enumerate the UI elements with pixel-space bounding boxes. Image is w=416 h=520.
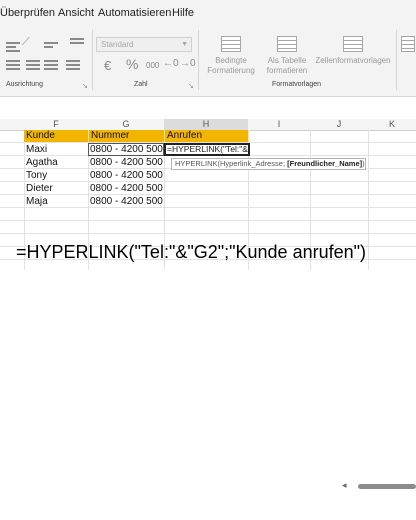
group-label-styles: Formatvorlagen [272,81,322,88]
horizontal-scrollbar[interactable]: ◂ [0,480,416,492]
ribbon-separator [198,30,199,90]
number-format-value: Standard [101,40,134,49]
cell-kunde[interactable]: Maja [26,196,48,208]
grid-line [0,181,416,182]
active-cell-editor[interactable]: =HYPERLINK("Tel:"&G2;"K [164,143,250,156]
grid-line [368,130,369,270]
align-left-icon[interactable] [6,42,20,52]
cell-nummer[interactable]: 0800 - 4200 500 [90,196,163,208]
conditional-formatting-label-2: Formatierung [207,66,255,75]
ribbon: ⟋ Ausrichtung ↘ Standard ▼ € % 000 ←0 →0… [0,22,416,97]
ribbon-separator [92,30,93,90]
increase-decimal-icon[interactable]: ←0 [163,58,179,69]
scroll-left-icon[interactable]: ◂ [342,480,347,491]
header-cell-kunde[interactable]: Kunde [24,130,88,142]
thousands-separator-icon[interactable]: 000 [146,61,159,70]
format-as-table-label-1: Als Tabelle [267,56,307,65]
format-as-table-icon [277,36,297,52]
cell-nummer[interactable]: 0800 - 4200 500 [88,143,164,156]
column-header-i[interactable]: I [248,119,310,130]
cell-kunde[interactable]: Agatha [26,157,58,169]
decrease-indent-icon[interactable] [26,60,40,70]
status-area [0,500,416,520]
group-label-alignment: Ausrichtung [6,81,43,88]
function-signature-tooltip: HYPERLINK(Hyperlink_Adresse; [Freundlich… [171,158,366,170]
tooltip-current-argument: [Freundlicher_Name] [287,159,363,168]
number-format-select[interactable]: Standard ▼ [96,37,192,52]
cell-styles-icon [343,36,363,52]
cell-nummer[interactable]: 0800 - 4200 500 [90,157,163,169]
conditional-formatting-icon [221,36,241,52]
column-header-g[interactable]: G [88,119,164,130]
column-header-j[interactable]: J [310,119,368,130]
insert-cells-icon [401,36,415,52]
grid-line [0,233,416,234]
dialog-launcher-icon[interactable]: ↘ [82,82,88,90]
grid-line [0,207,416,208]
decrease-decimal-icon[interactable]: →0 [180,58,196,69]
chevron-down-icon: ▼ [181,41,188,48]
cell-styles-label: Zellenformatvorlagen [315,56,391,65]
column-header-h[interactable]: H [164,119,248,130]
conditional-formatting-label-1: Bedingte [215,56,247,65]
menu-hilfe[interactable]: Hilfe [172,7,194,19]
formula-caption: =HYPERLINK("Tel:"&"G2";"Kunde anrufen") [16,242,366,262]
grid-line [0,194,416,195]
column-header-f[interactable]: F [24,119,88,130]
cell-kunde[interactable]: Tony [26,170,47,182]
scrollbar-thumb[interactable] [358,484,416,489]
cell-kunde[interactable]: Dieter [26,183,53,195]
currency-icon[interactable]: € [104,58,111,73]
wrap-text-icon[interactable] [44,42,58,52]
orientation-icon[interactable]: ⟋ [22,36,30,49]
menu-ansicht[interactable]: Ansicht [58,7,94,19]
cell-styles-button[interactable]: Zellenformatvorlagen [312,36,394,66]
cell-nummer[interactable]: 0800 - 4200 500 [90,170,163,182]
percent-icon[interactable]: % [126,56,138,72]
cell-kunde[interactable]: Maxi [26,144,47,156]
conditional-formatting-button[interactable]: Bedingte Formatierung [202,36,260,76]
tooltip-signature: HYPERLINK(Hyperlink_Adresse; [175,159,288,168]
merge-cells-icon[interactable] [66,60,80,70]
indent-icon[interactable] [70,38,84,48]
menu-automatisieren[interactable]: Automatisieren [98,7,171,19]
tooltip-close-paren: ) [362,159,365,168]
format-as-table-button[interactable]: Als Tabelle formatieren [262,36,312,76]
ribbon-separator [396,30,397,90]
grid-line [0,220,416,221]
dialog-launcher-icon[interactable]: ↘ [188,82,194,90]
group-label-number: Zahl [134,81,148,88]
menu-ueberpruefen[interactable]: Überprüfen [0,7,55,19]
cell-nummer[interactable]: 0800 - 4200 500 [90,183,163,195]
insert-cells-button[interactable] [400,36,416,56]
header-cell-anrufen[interactable]: Anrufen [165,130,248,142]
header-cell-nummer[interactable]: Nummer [89,130,164,142]
align-center-icon[interactable] [6,60,20,70]
menu-bar: Überprüfen Ansicht Automatisieren Hilfe [0,0,416,22]
increase-indent-icon[interactable] [44,60,58,70]
column-header-k[interactable]: K [368,119,416,130]
format-as-table-label-2: formatieren [266,66,308,75]
